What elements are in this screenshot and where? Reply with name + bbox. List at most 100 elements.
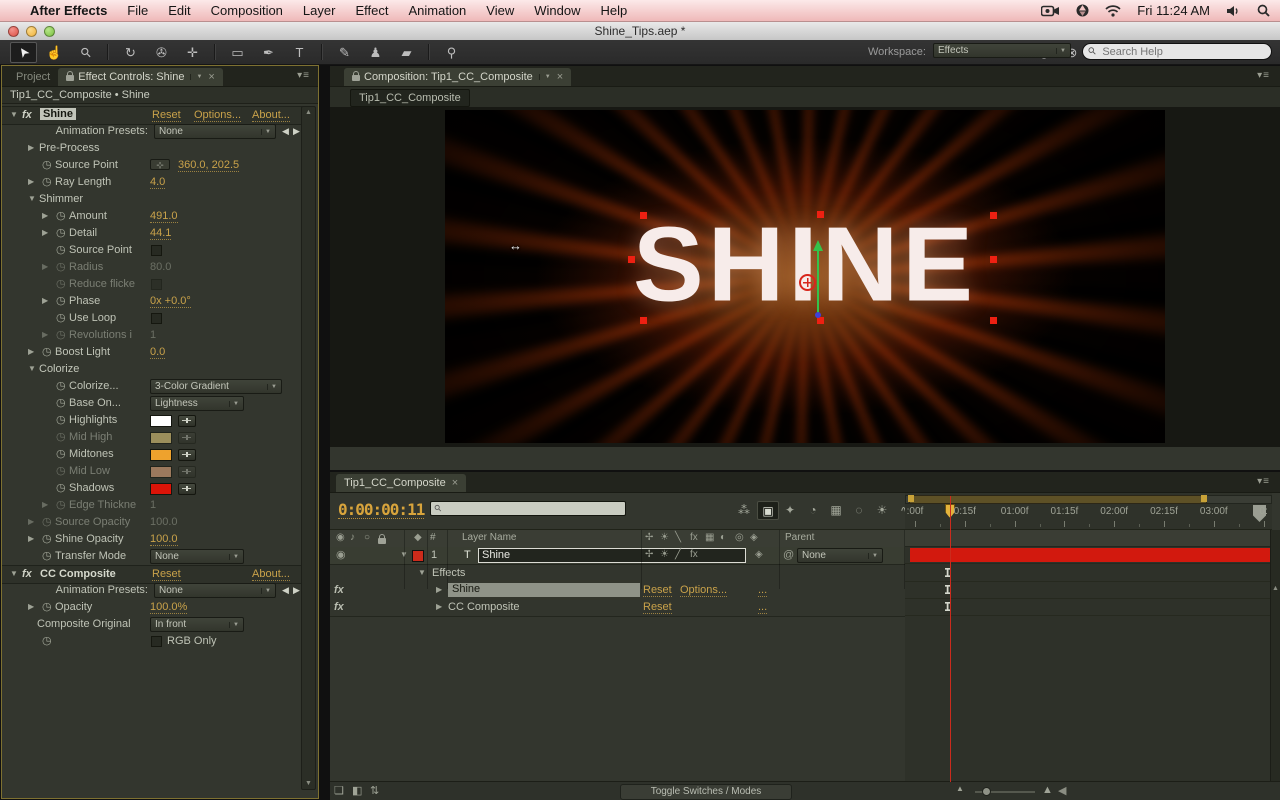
link-reset[interactable]: Reset xyxy=(643,584,672,597)
layer-switch-icon[interactable]: ☀ xyxy=(660,549,669,560)
ecp-scrollbar[interactable]: ▲ ▼ xyxy=(301,106,316,790)
checkbox[interactable] xyxy=(151,279,162,290)
comp-mini-flowchart-icon[interactable]: ⁂ xyxy=(734,501,754,518)
point-picker-icon[interactable]: ⊹ xyxy=(150,159,170,170)
property-value[interactable]: 1 xyxy=(150,329,156,342)
menu-window[interactable]: Window xyxy=(524,3,590,18)
composition-viewport[interactable]: SHINE ↔ xyxy=(445,110,1165,443)
menu-app-name[interactable]: After Effects xyxy=(20,3,117,18)
display-capture-icon[interactable] xyxy=(1041,5,1060,17)
pan-behind-tool[interactable]: ✛ xyxy=(179,42,206,63)
stopwatch-icon[interactable]: ◷ xyxy=(42,346,52,359)
stopwatch-icon[interactable]: ◷ xyxy=(42,550,52,563)
expander-closed[interactable]: ▶ xyxy=(42,331,48,339)
scroll-up-icon[interactable]: ▲ xyxy=(1272,585,1279,592)
workspace-dropdown[interactable]: Effects ▼ xyxy=(933,43,1071,58)
layer-label-swatch[interactable] xyxy=(412,550,424,562)
zoom-tool[interactable]: ⚲ xyxy=(72,42,99,63)
fx-switch-icon[interactable]: fx xyxy=(690,532,698,543)
property-value[interactable]: 100.0 xyxy=(150,533,178,546)
color-swatch[interactable] xyxy=(150,432,172,444)
stopwatch-icon[interactable]: ◷ xyxy=(56,261,66,274)
column-layer-name[interactable]: Layer Name xyxy=(462,532,516,543)
timeline-zoom-knob[interactable] xyxy=(982,787,991,796)
stopwatch-icon[interactable]: ◷ xyxy=(56,210,66,223)
expander-closed[interactable]: ▶ xyxy=(42,501,48,509)
toggle-switches-modes-button[interactable]: Toggle Switches / Modes xyxy=(620,784,792,800)
property-value[interactable]: 100.0% xyxy=(150,601,188,614)
expander-open[interactable]: ▼ xyxy=(28,365,36,373)
checkbox[interactable] xyxy=(151,636,162,647)
work-area-start-handle[interactable] xyxy=(908,495,914,502)
expander-closed[interactable]: ▶ xyxy=(42,297,48,305)
stopwatch-icon[interactable]: ◷ xyxy=(56,227,66,240)
stopwatch-icon[interactable]: ◷ xyxy=(56,414,66,427)
expander-closed[interactable]: ▶ xyxy=(28,535,34,543)
property-dropdown[interactable]: None ▼ xyxy=(150,549,244,564)
stopwatch-icon[interactable]: ◷ xyxy=(42,516,52,529)
stopwatch-icon[interactable]: ◷ xyxy=(56,482,66,495)
link-[interactable]: ... xyxy=(758,601,768,614)
switches-icon[interactable]: ╲ xyxy=(675,532,681,543)
stopwatch-icon[interactable]: ◷ xyxy=(56,380,66,393)
expander-closed[interactable]: ▶ xyxy=(436,603,442,611)
close-icon[interactable]: × xyxy=(557,71,563,83)
previous-preset-icon[interactable]: ◀ xyxy=(282,585,289,596)
zoom-in-mountain-icon[interactable]: ▲ xyxy=(1042,784,1053,796)
next-preset-icon[interactable]: ▶ xyxy=(293,585,300,596)
effect-name[interactable]: CC Composite xyxy=(40,568,116,580)
stopwatch-icon[interactable]: ◷ xyxy=(56,329,66,342)
stopwatch-icon[interactable]: ◷ xyxy=(56,397,66,410)
property-dropdown[interactable]: 3-Color Gradient ▼ xyxy=(150,379,282,394)
mask-shape-tool[interactable]: ▭ xyxy=(224,42,251,63)
expander-open[interactable]: ▼ xyxy=(10,570,18,578)
comp-text-layer[interactable]: SHINE xyxy=(633,205,977,326)
expander-closed[interactable]: ▶ xyxy=(42,212,48,220)
link-reset[interactable]: Reset xyxy=(152,568,181,581)
selection-handle[interactable] xyxy=(817,211,824,218)
spotlight-icon[interactable] xyxy=(1257,4,1270,17)
color-swatch[interactable] xyxy=(150,483,172,495)
tab-timeline-comp[interactable]: Tip1_CC_Composite × xyxy=(336,474,467,492)
layer-duration-bar[interactable] xyxy=(910,548,1270,562)
color-picker-icon[interactable] xyxy=(178,415,196,427)
stopwatch-icon[interactable]: ◷ xyxy=(56,465,66,478)
checkbox[interactable] xyxy=(151,313,162,324)
color-picker-icon[interactable] xyxy=(178,432,196,444)
property-value[interactable]: 360.0, 202.5 xyxy=(178,159,240,172)
menu-animation[interactable]: Animation xyxy=(398,3,476,18)
tab-effect-controls[interactable]: Effect Controls: Shine ▼ × xyxy=(58,68,223,86)
property-value[interactable]: 1 xyxy=(150,499,156,512)
selection-handle[interactable] xyxy=(990,317,997,324)
effect-name[interactable]: CC Composite xyxy=(448,601,520,613)
selection-tool[interactable]: ➤ xyxy=(10,41,37,63)
scroll-left-icon[interactable]: ◀ xyxy=(1058,784,1066,797)
color-swatch[interactable] xyxy=(150,466,172,478)
zoom-out-mountain-icon[interactable]: ▲ xyxy=(956,784,964,793)
stopwatch-icon[interactable]: ◷ xyxy=(56,499,66,512)
scroll-up-icon[interactable]: ▲ xyxy=(305,109,312,116)
shy-layers-icon[interactable]: ◔ xyxy=(803,501,823,518)
timeline-scrollbar[interactable]: ▲ xyxy=(1270,530,1280,782)
expander-open[interactable]: ▼ xyxy=(418,569,426,577)
type-tool[interactable]: T xyxy=(286,42,313,63)
color-swatch[interactable] xyxy=(150,449,172,461)
color-swatch[interactable] xyxy=(150,415,172,427)
layer-switch-icon[interactable]: ╱ xyxy=(675,549,681,560)
menubar-clock[interactable]: Fri 11:24 AM xyxy=(1137,3,1210,18)
pen-tool[interactable]: ✒ xyxy=(255,42,282,63)
expander-closed[interactable]: ▶ xyxy=(42,229,48,237)
tab-composition[interactable]: Composition: Tip1_CC_Composite ▼ × xyxy=(344,68,572,86)
expander-closed[interactable]: ▶ xyxy=(28,348,34,356)
menu-file[interactable]: File xyxy=(117,3,158,18)
live-update-icon[interactable]: ▣ xyxy=(757,501,779,520)
stopwatch-icon[interactable]: ◷ xyxy=(42,601,52,614)
motion-blur-icon[interactable]: ◌ xyxy=(849,501,869,518)
stopwatch-icon[interactable]: ◷ xyxy=(56,278,66,291)
menu-effect[interactable]: Effect xyxy=(345,3,398,18)
effect-name[interactable]: Shine xyxy=(40,108,76,120)
link-options[interactable]: Options... xyxy=(194,109,242,122)
next-preset-icon[interactable]: ▶ xyxy=(293,126,300,137)
menu-edit[interactable]: Edit xyxy=(158,3,200,18)
expander-closed[interactable]: ▶ xyxy=(436,586,442,594)
